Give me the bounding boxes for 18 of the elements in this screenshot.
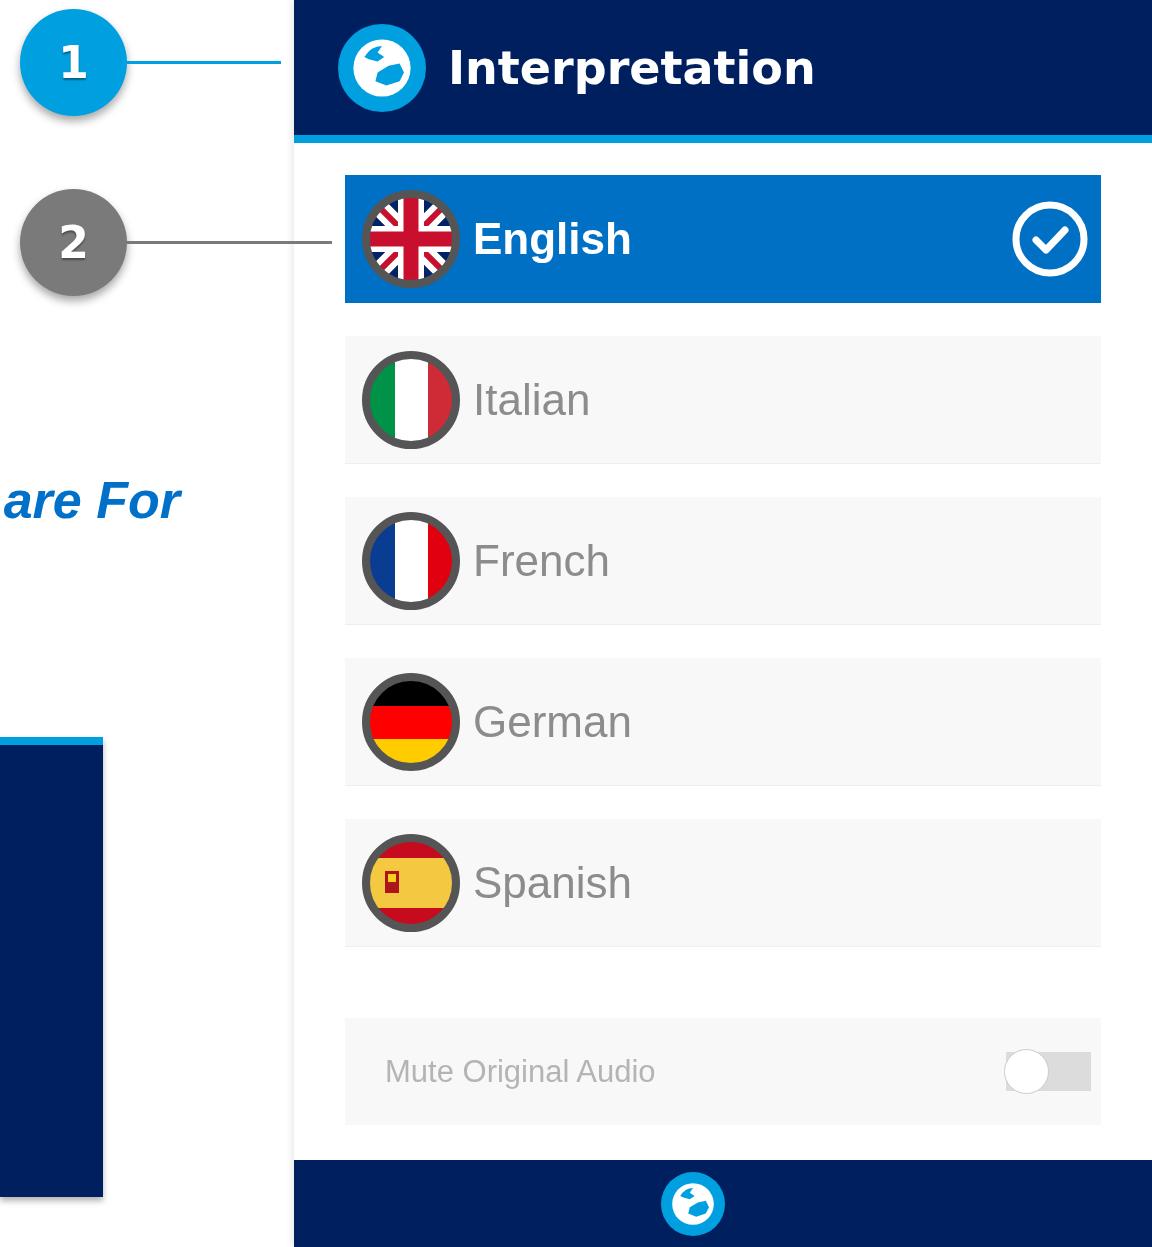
- panel-title: Interpretation: [448, 40, 816, 95]
- callout-number: 1: [20, 9, 127, 116]
- language-option[interactable]: Spanish: [345, 819, 1101, 947]
- toggle-switch[interactable]: [1006, 1052, 1091, 1091]
- language-option[interactable]: French: [345, 497, 1101, 625]
- flag-icon: [361, 349, 461, 450]
- language-option[interactable]: English: [345, 175, 1101, 303]
- globe-icon: [338, 23, 426, 112]
- language-option[interactable]: Italian: [345, 336, 1101, 464]
- check-icon: [1011, 199, 1089, 278]
- globe-button-icon: [661, 1171, 725, 1236]
- flag-icon: [361, 188, 461, 289]
- mute-label: Mute Original Audio: [385, 1053, 656, 1090]
- callout-number: 2: [20, 189, 127, 296]
- flag-icon: [361, 832, 461, 933]
- language-option[interactable]: German: [345, 658, 1101, 786]
- flag-icon: [361, 510, 461, 611]
- flag-icon: [361, 671, 461, 772]
